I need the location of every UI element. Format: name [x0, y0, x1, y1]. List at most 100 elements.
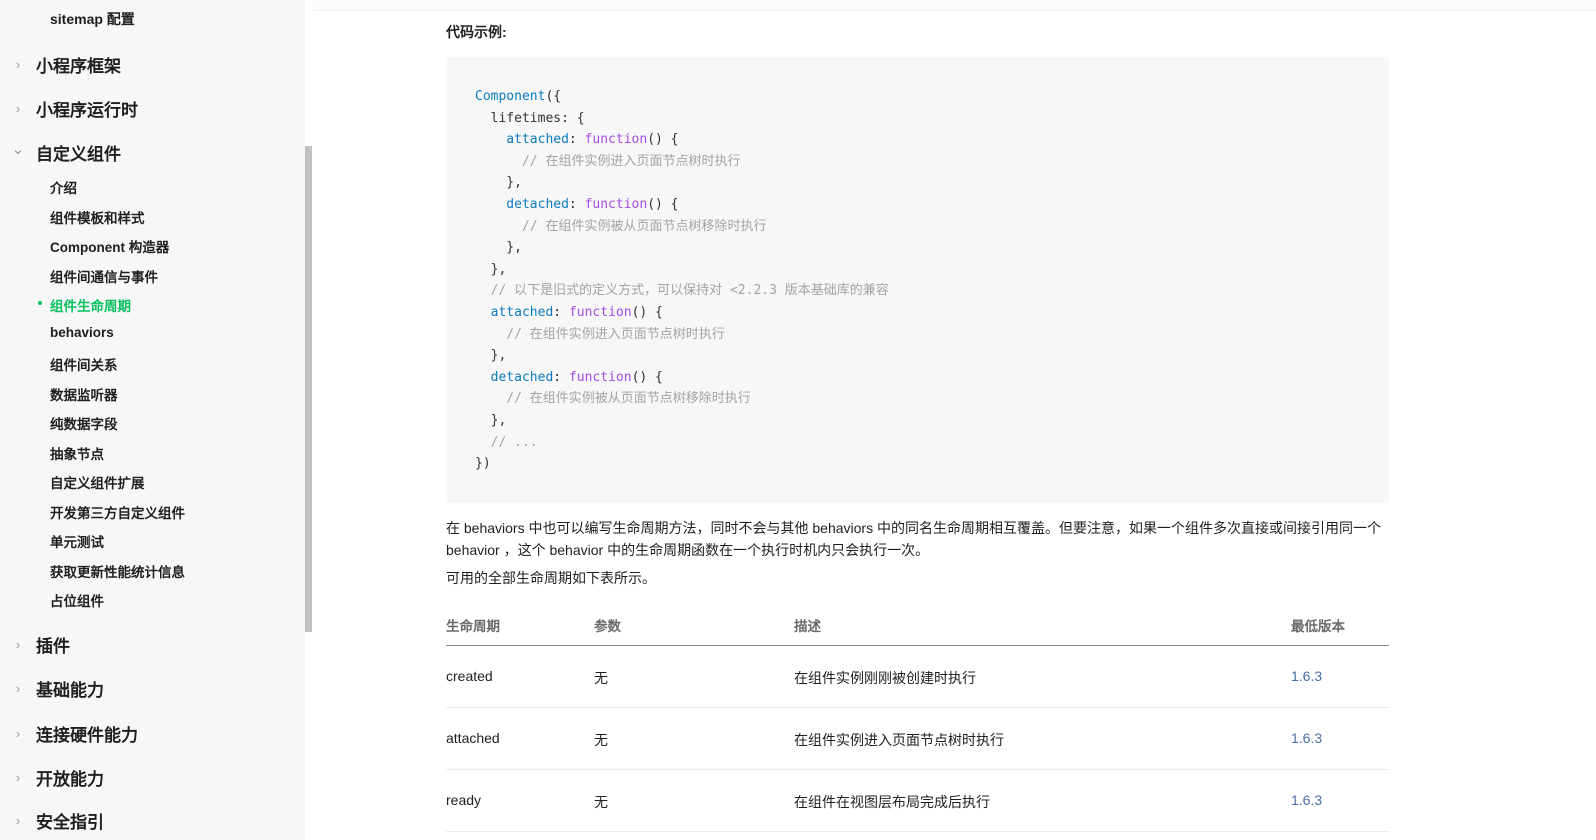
sidebar-item-component-constructor[interactable]: Component 构造器: [50, 236, 169, 256]
code-token: }): [475, 456, 491, 472]
top-bar: [310, 0, 1596, 11]
code-token: },: [475, 261, 507, 277]
sidebar-category-label: 基础能力: [36, 680, 104, 700]
code-block: Component({ lifetimes: { attached: funct…: [446, 57, 1389, 503]
code-line: lifetimes: {: [475, 108, 889, 130]
table-cell-desc: 在组件实例刚刚被创建时执行: [794, 670, 976, 686]
sidebar-category-label: 开放能力: [36, 769, 104, 789]
sidebar-category-framework[interactable]: › 小程序框架: [0, 49, 300, 79]
sidebar-item-intro[interactable]: 介绍: [50, 177, 77, 197]
code-token: () {: [647, 196, 679, 212]
sidebar-category-label: 插件: [36, 636, 70, 656]
sidebar-category-hardware[interactable]: › 连接硬件能力: [0, 718, 300, 748]
code-token: },: [475, 240, 522, 256]
sidebar-category-custom-components[interactable]: ⌄ 自定义组件: [0, 137, 300, 167]
code-line: attached: function() {: [475, 302, 889, 324]
code-line: },: [475, 345, 889, 367]
code-line: attached: function() {: [475, 129, 889, 151]
code-token: :: [568, 196, 585, 212]
code-token: lifetimes: {: [475, 110, 585, 126]
code-token: },: [475, 348, 507, 364]
code-token: // 以下是旧式的定义方式，可以保持对 <2.2.3 版本基础库的兼容: [475, 283, 889, 299]
sidebar-category-label: 自定义组件: [36, 144, 121, 164]
chevron-right-icon: ›: [15, 812, 21, 828]
code-example-title: 代码示例:: [446, 24, 507, 40]
table-row: created 无 在组件实例刚刚被创建时执行 1.6.3: [446, 646, 1389, 708]
sidebar-item-extend[interactable]: 自定义组件扩展: [50, 472, 145, 492]
sidebar-item-sitemap[interactable]: sitemap 配置: [50, 9, 135, 29]
behaviors-paragraph: 在 behaviors 中也可以编写生命周期方法，同时不会与其他 behavio…: [446, 517, 1390, 561]
chevron-right-icon: ›: [15, 769, 21, 785]
sidebar-category-runtime[interactable]: › 小程序运行时: [0, 93, 300, 123]
table-row: attached 无 在组件实例进入页面节点树时执行 1.6.3: [446, 708, 1389, 770]
sidebar-item-template-style[interactable]: 组件模板和样式: [50, 207, 145, 227]
sidebar-item-update-perf-stats[interactable]: 获取更新性能统计信息: [50, 561, 185, 581]
chevron-right-icon: ›: [15, 725, 21, 741]
code-line: detached: function() {: [475, 367, 889, 389]
code-content: Component({ lifetimes: { attached: funct…: [475, 86, 889, 475]
code-token: Component: [475, 89, 546, 104]
sidebar-item-unit-test[interactable]: 单元测试: [50, 531, 104, 551]
table-cell-version-link[interactable]: 1.6.3: [1291, 668, 1322, 684]
code-line: // 在组件实例被从页面节点树移除时执行: [475, 216, 889, 238]
code-token: attached: [475, 132, 569, 148]
code-line: // 在组件实例被从页面节点树移除时执行: [475, 388, 889, 410]
code-token: function: [568, 304, 632, 320]
chevron-right-icon: ›: [15, 56, 21, 72]
code-token: () {: [647, 132, 679, 148]
sidebar-category-security[interactable]: › 安全指引: [0, 805, 300, 835]
table-cell-version-link[interactable]: 1.6.3: [1291, 730, 1322, 746]
table-row: ready 无 在组件在视图层布局完成后执行 1.6.3: [446, 770, 1389, 832]
sidebar-item-behaviors[interactable]: behaviors: [50, 325, 114, 340]
code-token: attached: [475, 304, 554, 320]
active-indicator-dot: [38, 301, 42, 305]
sidebar-category-label: 小程序框架: [36, 56, 121, 76]
table-cell-desc: 在组件在视图层布局完成后执行: [794, 794, 990, 810]
sidebar-item-relations[interactable]: 组件间关系: [50, 354, 118, 374]
sidebar-nav: sitemap 配置 › 小程序框架 › 小程序运行时 ⌄ 自定义组件 介绍 组…: [0, 0, 305, 840]
lifetimes-intro-paragraph: 可用的全部生命周期如下表所示。: [446, 570, 656, 586]
code-token: () {: [631, 369, 663, 385]
chevron-right-icon: ›: [15, 680, 21, 696]
code-token: },: [475, 175, 522, 191]
table-cell-params: 无: [594, 794, 608, 810]
table-cell-desc: 在组件实例进入页面节点树时执行: [794, 732, 1004, 748]
table-cell-lifetime: attached: [446, 730, 500, 746]
sidebar-item-pure-data[interactable]: 纯数据字段: [50, 413, 118, 433]
chevron-down-icon: ⌄: [11, 141, 25, 158]
code-line: detached: function() {: [475, 194, 889, 216]
sidebar-category-label: 安全指引: [36, 812, 104, 832]
sidebar-category-plugins[interactable]: › 插件: [0, 629, 300, 659]
sidebar-item-generics[interactable]: 抽象节点: [50, 443, 104, 463]
table-header-cell: 最低版本: [1291, 619, 1345, 634]
code-token: // 在组件实例进入页面节点树时执行: [475, 153, 741, 169]
sidebar-item-events[interactable]: 组件间通信与事件: [50, 266, 158, 286]
sidebar-item-observers[interactable]: 数据监听器: [50, 384, 118, 404]
code-line: // 以下是旧式的定义方式，可以保持对 <2.2.3 版本基础库的兼容: [475, 280, 889, 302]
table-cell-params: 无: [594, 732, 608, 748]
code-token: // 在组件实例进入页面节点树时执行: [475, 326, 725, 342]
table-cell-version-link[interactable]: 1.6.3: [1291, 792, 1322, 808]
sidebar-item-third-party[interactable]: 开发第三方自定义组件: [50, 502, 185, 522]
paragraph-line: behavior ，这个 behavior 中的生命周期函数在一个执行时机内只会…: [446, 542, 930, 558]
code-token: function: [584, 196, 648, 212]
code-token: detached: [475, 196, 569, 212]
sidebar-category-label: 连接硬件能力: [36, 725, 138, 745]
code-line: },: [475, 259, 889, 281]
sidebar-category-open[interactable]: › 开放能力: [0, 762, 300, 792]
sidebar-item-lifetimes[interactable]: 组件生命周期: [38, 295, 131, 315]
code-line: },: [475, 410, 889, 432]
code-token: function: [584, 132, 648, 148]
table-header-cell: 生命周期: [446, 619, 500, 634]
code-line: Component({: [475, 86, 889, 108]
table-cell-lifetime: created: [446, 668, 493, 684]
sidebar-scrollbar-thumb[interactable]: [305, 146, 312, 632]
code-token: :: [553, 369, 569, 385]
table-cell-lifetime: ready: [446, 792, 482, 808]
sidebar-category-label: 小程序运行时: [36, 100, 138, 120]
sidebar-category-basic[interactable]: › 基础能力: [0, 673, 300, 703]
sidebar-item-placeholder[interactable]: 占位组件: [50, 590, 104, 610]
chevron-right-icon: ›: [15, 100, 21, 116]
code-token: function: [568, 369, 632, 385]
table-header-cell: 参数: [594, 619, 621, 634]
